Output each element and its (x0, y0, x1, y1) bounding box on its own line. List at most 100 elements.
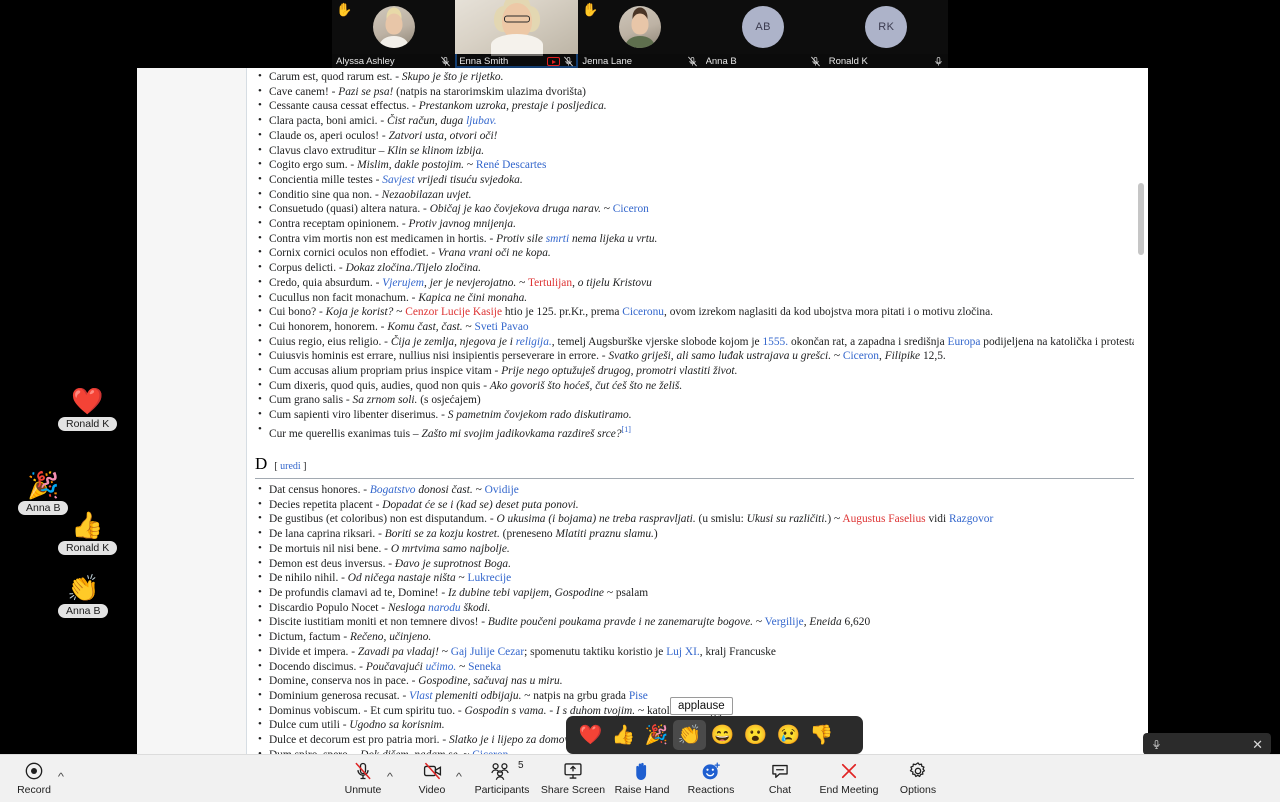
options-label: Options (899, 784, 937, 796)
quote-list-item: Cum sapienti viro libenter diserimus. - … (255, 408, 1134, 423)
participant-namebar: Alyssa Ashley (332, 54, 456, 68)
close-icon[interactable]: ✕ (1252, 738, 1263, 751)
avatar-initials: AB (755, 21, 771, 33)
quote-list-item: Concientia mille testes - Savjest vrijed… (255, 173, 1134, 188)
participant-video: RK (824, 0, 948, 54)
quote-list-item: Cui honorem, honorem. - Komu čast, čast.… (255, 320, 1134, 335)
quote-list-item: De mortuis nil nisi bene. - O mrtvima sa… (255, 542, 1134, 557)
participants-button[interactable]: Participants (470, 760, 534, 796)
mic-on-icon[interactable] (933, 56, 944, 67)
end-meeting-button[interactable]: End Meeting (817, 760, 881, 796)
reaction-heart[interactable]: ❤️ (574, 720, 607, 750)
mic-off-icon[interactable] (563, 56, 574, 67)
reaction-author: Ronald K (58, 417, 118, 431)
participant-name: Jenna Lane (582, 55, 633, 67)
avatar: AB (742, 6, 785, 48)
quote-list-item: Dictum, factum - Rečeno, učinjeno. (255, 630, 1134, 645)
quote-list-item: Docendo discimus. - Poučavajući učimo. ~… (255, 660, 1134, 675)
chat-icon (770, 760, 790, 781)
floating-reaction-2: 👍 Ronald K (58, 512, 118, 555)
quote-list-item: Contra vim mortis non est medicamen in h… (255, 232, 1134, 247)
zoom-meeting-window: ✋ Alyssa Ashley Enna Smith ✋ Jenna Lane … (0, 0, 1280, 802)
quote-list-c: Carum est, quod rarum est. - Skupo je št… (255, 70, 1134, 441)
quote-list-item: Cum accusas alium propriam prius inspice… (255, 364, 1134, 379)
quote-list-item: Discardio Populo Nocet - Nesloga narodu … (255, 601, 1134, 616)
mic-off-icon[interactable] (440, 56, 451, 67)
mic-icon[interactable] (1151, 738, 1162, 751)
quote-list-item: Conditio sine qua non. - Nezaobilazan uv… (255, 188, 1134, 203)
raised-hand-icon: ✋ (582, 2, 599, 17)
record-chevron-up-icon[interactable]: ^ (53, 772, 69, 783)
end-meeting-label: End Meeting (819, 784, 879, 796)
reactions-icon (701, 760, 721, 781)
reaction-author: Ronald K (58, 541, 118, 555)
edit-link[interactable]: uredi (280, 461, 301, 472)
page-content: Carum est, quod rarum est. - Skupo je št… (255, 68, 1134, 754)
quote-list-item: Cur me querellis exanimas tuis – Zašto m… (255, 423, 1134, 442)
participant-namebar: Jenna Lane (578, 54, 702, 68)
quote-list-item: Carum est, quod rarum est. - Skupo je št… (255, 70, 1134, 85)
participant-name: Alyssa Ashley (336, 55, 395, 67)
raise-hand-button[interactable]: Raise Hand (610, 760, 674, 796)
floating-reaction-0: ❤️ Ronald K (58, 388, 118, 431)
quote-list-item: Cave canem! - Pazi se psa! (natpis na st… (255, 85, 1134, 100)
reaction-picker-bar[interactable]: ❤️ 👍 🎉 👏 😄 😮 😢 👎 (566, 716, 863, 754)
gear-icon (908, 760, 928, 781)
shared-screen-area: Carum est, quod rarum est. - Skupo je št… (137, 68, 1148, 754)
video-label: Video (418, 784, 446, 796)
floating-reaction-3: 👏 Anna B (58, 575, 109, 618)
quote-list-item: Cuius regio, eius religio. - Čija je zem… (255, 335, 1134, 350)
quote-list-item: Discite iustitiam moniti et non temnere … (255, 615, 1134, 630)
reaction-sad[interactable]: 😢 (772, 720, 805, 750)
reaction-laugh[interactable]: 😄 (706, 720, 739, 750)
reactions-label: Reactions (687, 784, 735, 796)
participant-namebar: Ronald K (824, 54, 948, 68)
section-heading-d: D [ uredi ] (255, 456, 1134, 480)
video-chevron-up-icon[interactable]: ^ (451, 772, 467, 783)
chat-button[interactable]: Chat (748, 760, 812, 796)
quote-list-item: Clara pacta, boni amici. - Čist račun, d… (255, 114, 1134, 129)
quote-list-item: Cogito ergo sum. - Mislim, dakle postoji… (255, 158, 1134, 173)
participant-video: AB (701, 0, 825, 54)
audio-notification-bar[interactable]: ✕ (1143, 733, 1271, 755)
avatar (455, 0, 579, 56)
participant-tile-ronald-k[interactable]: RK Ronald K (824, 0, 948, 68)
share-screen-icon (563, 760, 583, 781)
quote-list-item: Cornix cornici oculos non effodiet. - Vr… (255, 246, 1134, 261)
participant-tile-alyssa-ashley[interactable]: ✋ Alyssa Ashley (332, 0, 456, 68)
quote-list-item: De profundis clamavi ad te, Domine! - Iz… (255, 586, 1134, 601)
quote-list-item: Consuetudo (quasi) altera natura. - Obič… (255, 202, 1134, 217)
quote-list-item: Corpus delicti. - Dokaz zločina./Tijelo … (255, 261, 1134, 276)
participant-tile-enna-smith[interactable]: Enna Smith (455, 0, 579, 68)
record-icon (24, 760, 44, 781)
raised-hand-icon: ✋ (336, 2, 353, 17)
avatar (372, 6, 415, 48)
meeting-toolbar: Record ^ Unmute ^ Video ^ Participants 5… (0, 754, 1280, 802)
participant-namebar: Enna Smith (455, 54, 579, 68)
options-button[interactable]: Options (886, 760, 950, 796)
vertical-scrollbar-thumb[interactable] (1138, 183, 1144, 255)
quote-list-item: Contra receptam opinionem. - Protiv javn… (255, 217, 1134, 232)
participant-namebar: Anna B (701, 54, 825, 68)
quote-list-item: Cum grano salis - Sa zrnom soli. (s osje… (255, 393, 1134, 408)
reaction-applause[interactable]: 👏 (673, 720, 706, 750)
reactions-button[interactable]: Reactions (679, 760, 743, 796)
edit-link-wrapper: [ uredi ] (274, 461, 307, 473)
share-screen-button[interactable]: Share Screen (541, 760, 605, 796)
screen-share-icon (547, 56, 561, 66)
quote-list-item: Clavus clavo extruditur – Klin se klinom… (255, 144, 1134, 159)
reaction-party[interactable]: 🎉 (640, 720, 673, 750)
reaction-thumbs-up[interactable]: 👍 (607, 720, 640, 750)
participant-tile-anna-b[interactable]: AB Anna B (701, 0, 825, 68)
mic-off-icon[interactable] (810, 56, 821, 67)
raise-hand-icon (633, 760, 651, 781)
participant-tile-jenna-lane[interactable]: ✋ Jenna Lane (578, 0, 702, 68)
reaction-surprise[interactable]: 😮 (739, 720, 772, 750)
reaction-author: Anna B (58, 604, 109, 618)
unmute-chevron-up-icon[interactable]: ^ (382, 772, 398, 783)
mic-off-icon[interactable] (687, 56, 698, 67)
reaction-thumbs-down[interactable]: 👎 (805, 720, 838, 750)
quote-list-item: Cum dixeris, quod quis, audies, quod non… (255, 379, 1134, 394)
party-popper-icon: 🎉 (27, 470, 60, 500)
quote-list-item: Divide et impera. - Zavadi pa vladaj! ~ … (255, 645, 1134, 660)
